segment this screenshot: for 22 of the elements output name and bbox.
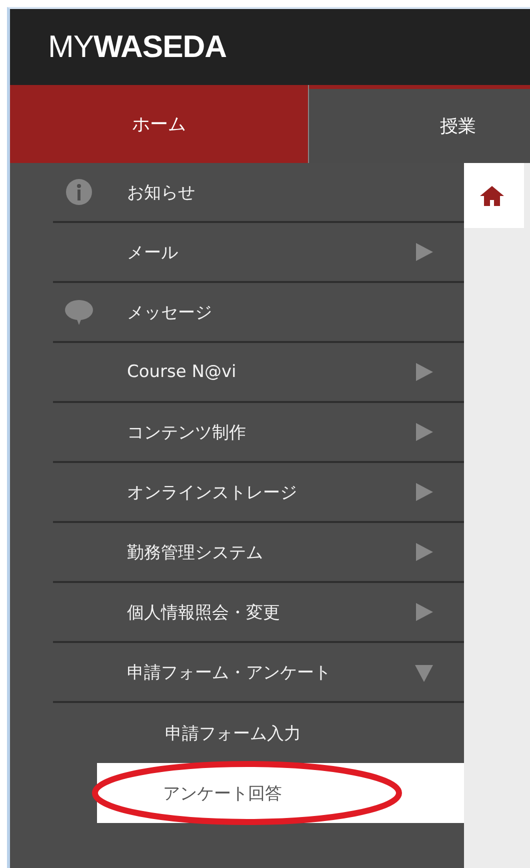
- menu-item[interactable]: お知らせ: [53, 163, 464, 223]
- menu-item[interactable]: メッセージ: [53, 283, 464, 343]
- caret-right-icon[interactable]: [414, 422, 434, 442]
- speech-bubble-icon: [65, 299, 93, 325]
- menu-item[interactable]: 申請フォーム・アンケート: [53, 643, 464, 703]
- logo[interactable]: MYWASEDA: [48, 29, 227, 65]
- menu-item[interactable]: 個人情報照会・変更: [53, 583, 464, 643]
- caret-down-icon[interactable]: [414, 662, 434, 682]
- menu-item[interactable]: Course N@vi: [53, 343, 464, 403]
- menu-item[interactable]: コンテンツ制作: [53, 403, 464, 463]
- menu-item[interactable]: オンラインストレージ: [53, 463, 464, 523]
- home-icon[interactable]: [480, 184, 504, 206]
- menu-item[interactable]: 勤務管理システム: [53, 523, 464, 583]
- nav-tab[interactable]: ホーム: [10, 85, 309, 163]
- caret-right-icon[interactable]: [414, 482, 434, 502]
- info-icon: [66, 179, 92, 205]
- caret-right-icon[interactable]: [414, 242, 434, 262]
- submenu-item[interactable]: 申請フォーム入力: [96, 703, 464, 763]
- caret-right-icon[interactable]: [414, 362, 434, 382]
- caret-right-icon[interactable]: [414, 542, 434, 562]
- menu-item[interactable]: メール: [53, 223, 464, 283]
- caret-right-icon[interactable]: [414, 602, 434, 622]
